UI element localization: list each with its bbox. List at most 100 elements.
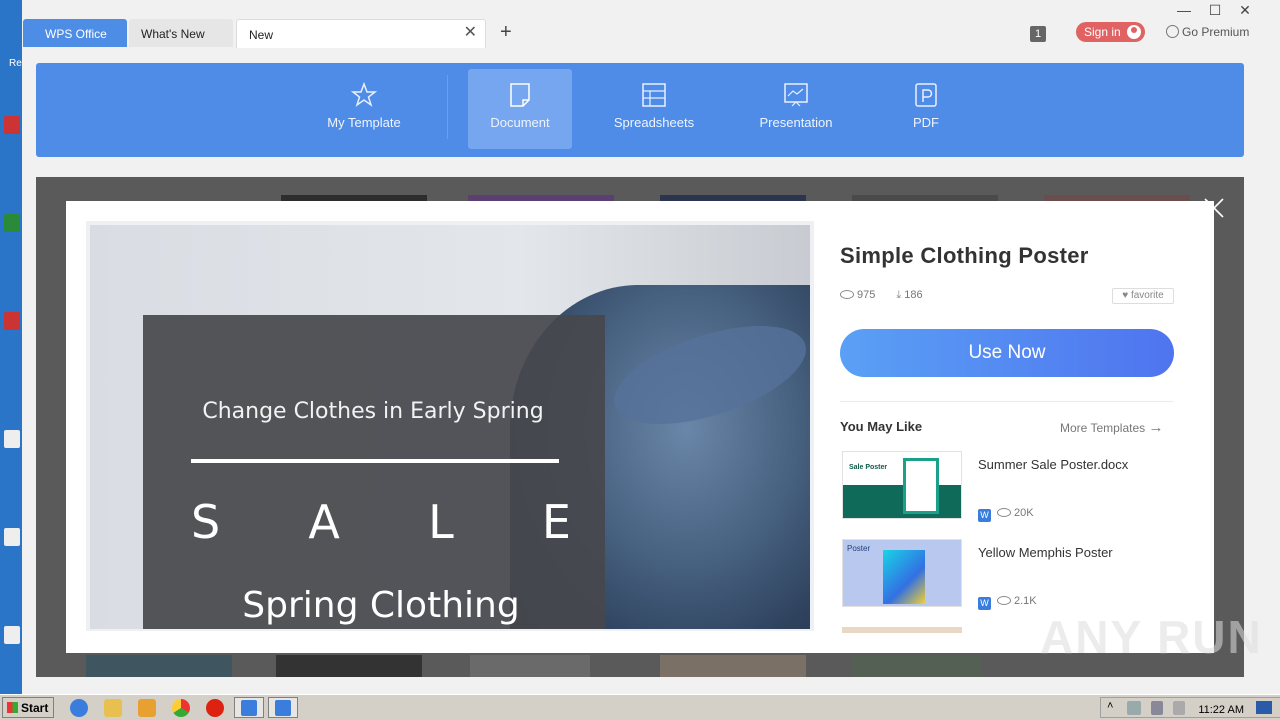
desktop-app-icon[interactable] xyxy=(4,214,20,232)
desktop-app-icon[interactable] xyxy=(4,528,20,546)
wps-writer-icon: W xyxy=(978,509,991,522)
template-thumbnail xyxy=(660,655,806,677)
nav-label: Document xyxy=(490,115,550,130)
maximize-icon[interactable]: ☐ xyxy=(1205,2,1225,19)
start-button[interactable]: Start xyxy=(2,697,54,718)
poster-sale-letter: S xyxy=(191,495,221,549)
close-dialog-icon[interactable] xyxy=(1202,196,1226,220)
go-premium-button[interactable]: Go Premium xyxy=(1166,25,1249,39)
recommended-template-views: 2.1K xyxy=(1014,595,1037,607)
recommended-template-meta: W 20K xyxy=(978,507,1034,522)
template-thumbnail xyxy=(852,655,982,677)
recommended-template-item[interactable]: Sale Poster Summer Sale Poster.docx W 20K xyxy=(842,451,1182,523)
premium-icon xyxy=(1166,25,1179,38)
template-thumbnail xyxy=(276,655,422,677)
window-count-badge[interactable]: 1 xyxy=(1030,26,1046,42)
close-window-icon[interactable]: ✕ xyxy=(1235,2,1255,19)
nav-pdf[interactable]: PDF xyxy=(894,69,958,149)
avatar-icon xyxy=(1127,25,1141,39)
thumbnail-artwork xyxy=(903,458,939,514)
use-now-button[interactable]: Use Now xyxy=(840,329,1174,377)
eye-icon xyxy=(997,508,1011,517)
desktop-app-icon[interactable] xyxy=(4,430,20,448)
tab-whats-new[interactable]: What's New xyxy=(129,19,233,47)
sign-in-button[interactable]: Sign in xyxy=(1076,22,1145,42)
go-premium-label: Go Premium xyxy=(1182,25,1250,39)
tray-expand-icon[interactable]: ˄ xyxy=(1107,700,1113,712)
template-stats: 975 ⤓ 186 xyxy=(840,289,941,302)
poster-text-box: Change Clothes in Early Spring S A L E S… xyxy=(143,315,605,629)
clock[interactable]: 11:22 AM xyxy=(1198,704,1244,716)
nav-spreadsheets[interactable]: Spreadsheets xyxy=(604,69,704,149)
volume-icon[interactable] xyxy=(1151,701,1163,715)
media-player-icon[interactable] xyxy=(138,699,156,717)
template-preview-dialog: Change Clothes in Early Spring S A L E S… xyxy=(66,201,1214,653)
network-icon[interactable] xyxy=(1127,701,1141,715)
nav-presentation[interactable]: Presentation xyxy=(748,69,844,149)
title-bar: WPS Office What's New New ✕ + 1 Sign in … xyxy=(22,0,1280,48)
tab-new[interactable]: New ✕ xyxy=(236,19,486,48)
system-tray: ˄ 11:22 AM xyxy=(1100,697,1280,718)
folder-icon[interactable] xyxy=(104,699,122,717)
desktop-background: Re xyxy=(0,0,22,694)
poster-sale-letter: L xyxy=(428,495,454,549)
recommended-template-name: Yellow Memphis Poster xyxy=(978,545,1113,560)
more-templates-link[interactable]: More Templates → xyxy=(1060,419,1164,436)
presentation-icon xyxy=(784,83,808,107)
opera-icon[interactable] xyxy=(206,699,224,717)
tab-label: New xyxy=(249,28,274,42)
flag-icon[interactable] xyxy=(1173,701,1185,715)
nav-divider xyxy=(447,75,448,139)
minimize-icon[interactable]: — xyxy=(1174,2,1194,18)
tab-wps-office[interactable]: WPS Office xyxy=(23,19,127,47)
recommended-template-thumbnail: Sale Poster xyxy=(842,451,962,519)
eye-icon xyxy=(840,290,854,299)
poster-title: Spring Clothing xyxy=(242,585,520,626)
spreadsheet-icon xyxy=(642,83,666,107)
template-preview-frame: Change Clothes in Early Spring S A L E S… xyxy=(86,221,814,631)
start-label: Start xyxy=(21,701,49,715)
desktop-app-icon[interactable] xyxy=(4,116,20,134)
chrome-icon[interactable] xyxy=(172,699,190,717)
template-preview-image: Change Clothes in Early Spring S A L E S… xyxy=(90,225,810,629)
template-thumbnail xyxy=(470,655,590,677)
thumbnail-title: Poster xyxy=(847,544,871,553)
favorite-label: favorite xyxy=(1130,290,1164,301)
poster-sale-text: S A L E xyxy=(191,495,571,549)
arrow-right-icon: → xyxy=(1148,419,1164,436)
show-desktop-icon[interactable] xyxy=(1256,701,1272,714)
desktop-app-icon[interactable] xyxy=(4,312,20,330)
desktop-app-icon[interactable] xyxy=(4,626,20,644)
nav-my-template[interactable]: My Template xyxy=(306,69,422,149)
document-icon xyxy=(510,83,530,107)
downloads-count: 186 xyxy=(904,289,923,301)
taskbar-wps-window[interactable] xyxy=(268,697,298,718)
close-icon[interactable]: ✕ xyxy=(464,25,477,41)
favorite-button[interactable]: ♥ favorite xyxy=(1112,288,1174,304)
heart-icon: ♥ xyxy=(1122,290,1129,301)
watermark: ANY RUN xyxy=(1040,611,1263,663)
eye-icon xyxy=(997,596,1011,605)
sign-in-label: Sign in xyxy=(1084,25,1121,39)
views-stat: 975 xyxy=(840,289,875,301)
recommended-template-item[interactable]: Poster Yellow Memphis Poster W 2.1K xyxy=(842,539,1182,611)
tab-label: What's New xyxy=(141,27,205,41)
nav-label: PDF xyxy=(913,115,939,130)
wps-writer-icon: W xyxy=(978,597,991,610)
nav-document[interactable]: Document xyxy=(468,69,572,149)
poster-subtitle: Change Clothes in Early Spring xyxy=(202,399,544,424)
wps-icon xyxy=(275,700,291,716)
new-document-nav: My Template Document Spreadsheets Presen… xyxy=(36,63,1244,157)
downloads-stat: ⤓ 186 xyxy=(896,289,922,301)
thumbnail-artwork xyxy=(883,550,925,604)
recommended-template-thumbnail[interactable] xyxy=(842,627,962,633)
more-templates-label: More Templates xyxy=(1060,421,1146,435)
nav-label: Presentation xyxy=(759,115,833,130)
plus-icon[interactable]: + xyxy=(500,22,512,42)
taskbar-wps-window[interactable] xyxy=(234,697,264,718)
views-count: 975 xyxy=(857,289,876,301)
internet-explorer-icon[interactable] xyxy=(70,699,88,717)
recommended-template-meta: W 2.1K xyxy=(978,595,1037,610)
poster-divider xyxy=(191,459,559,463)
template-thumbnail xyxy=(86,655,232,677)
